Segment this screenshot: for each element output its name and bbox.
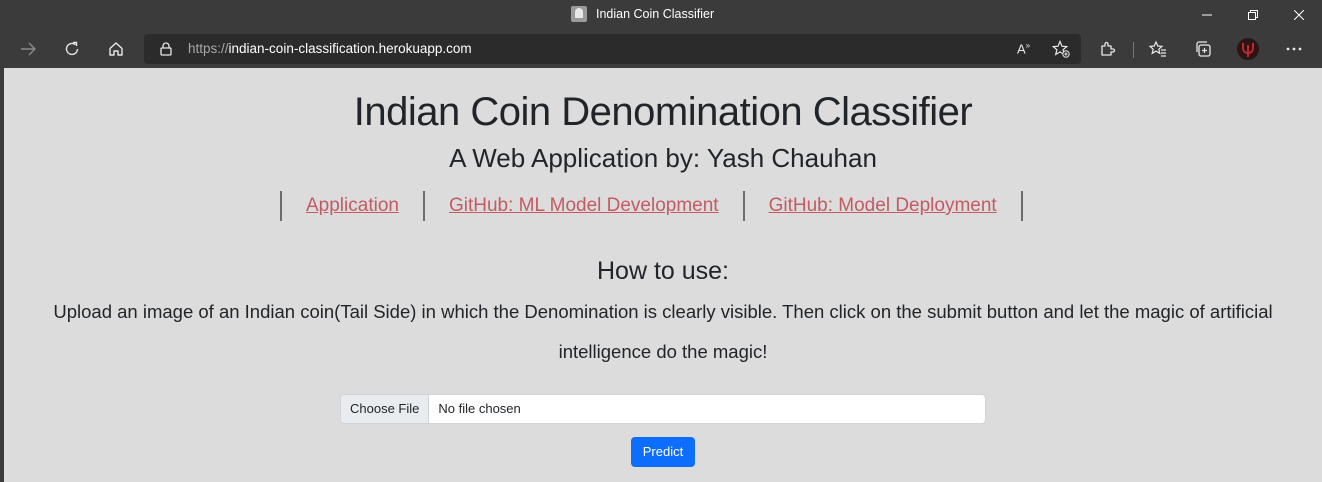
minimize-icon	[1202, 14, 1212, 16]
more-icon	[1286, 47, 1302, 51]
file-input[interactable]: Choose File No file chosen	[340, 394, 986, 424]
window-title: Indian Coin Classifier	[596, 7, 715, 21]
favorites-icon	[1149, 40, 1166, 57]
collections-icon	[1196, 41, 1211, 57]
file-status: No file chosen	[438, 401, 521, 416]
github-deployment-link[interactable]: GitHub: Model Deployment	[745, 195, 1021, 217]
window-title-group: Indian Coin Classifier	[571, 6, 714, 22]
close-icon	[1294, 10, 1304, 20]
close-button[interactable]	[1276, 0, 1322, 30]
address-bar[interactable]: https://indian-coin-classification.herok…	[144, 34, 1081, 64]
github-ml-model-link[interactable]: GitHub: ML Model Development	[425, 195, 743, 217]
application-link[interactable]: Application	[282, 195, 423, 217]
home-button[interactable]	[104, 37, 128, 61]
restore-icon	[1248, 10, 1258, 20]
add-favorite-icon[interactable]	[1052, 40, 1070, 58]
predict-button[interactable]: Predict	[631, 437, 695, 467]
extensions-icon	[1101, 41, 1116, 56]
extensions-button[interactable]	[1096, 37, 1120, 61]
browser-toolbar: https://indian-coin-classification.herok…	[0, 30, 1322, 68]
favorites-button[interactable]	[1146, 37, 1170, 61]
title-bar: Indian Coin Classifier	[0, 0, 1322, 30]
home-icon	[109, 42, 123, 56]
page-content: Indian Coin Denomination Classifier A We…	[4, 68, 1322, 482]
restore-button[interactable]	[1230, 0, 1276, 30]
page-title: Indian Coin Denomination Classifier	[353, 90, 973, 134]
url-host: indian-coin-classification.herokuapp.com	[228, 41, 472, 56]
read-aloud-icon[interactable]: A»	[1017, 41, 1030, 56]
lock-icon	[160, 42, 172, 56]
toolbar-separator	[1133, 42, 1134, 58]
url-text: https://indian-coin-classification.herok…	[188, 41, 472, 56]
profile-button[interactable]	[1236, 37, 1260, 61]
url-scheme: https://	[188, 41, 229, 56]
nav-links: Application GitHub: ML Model Development…	[280, 191, 1023, 221]
coin-favicon-icon	[571, 6, 587, 22]
minimize-button[interactable]	[1184, 0, 1230, 30]
choose-file-button[interactable]: Choose File	[341, 395, 430, 423]
refresh-button[interactable]	[60, 37, 84, 61]
more-button[interactable]	[1282, 37, 1306, 61]
profile-icon	[1237, 38, 1259, 60]
how-to-use-heading: How to use:	[596, 257, 729, 285]
refresh-icon	[65, 41, 79, 56]
forward-button[interactable]	[16, 37, 40, 61]
page-subtitle: A Web Application by: Yash Chauhan	[449, 143, 877, 173]
forward-icon	[21, 42, 36, 56]
instructions-text: Upload an image of an Indian coin(Tail S…	[53, 301, 1273, 362]
collections-button[interactable]	[1191, 37, 1215, 61]
link-divider	[1020, 191, 1023, 221]
